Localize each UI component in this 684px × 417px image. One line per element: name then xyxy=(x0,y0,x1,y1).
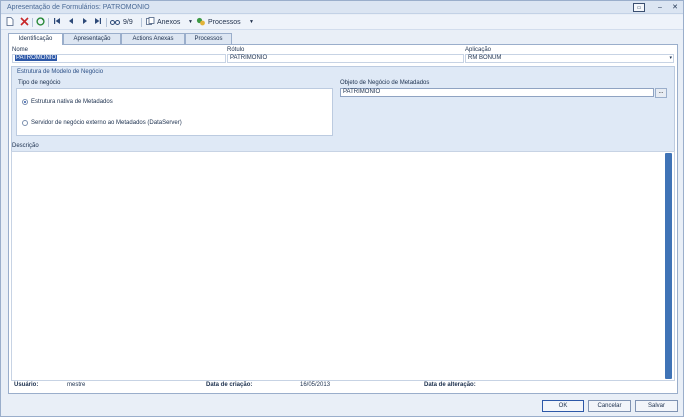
user-value: mestre xyxy=(67,382,86,388)
refresh-icon[interactable] xyxy=(35,17,45,28)
identification-panel: Nome PATROMONIO Rótulo PATRIMONIO Aplica… xyxy=(8,44,678,394)
toolbar-separator xyxy=(106,18,107,27)
tab-processos[interactable]: Processos xyxy=(185,33,232,44)
aplicacao-select-value: RM BONUM xyxy=(468,55,502,61)
user-label: Usuário: xyxy=(14,382,39,388)
browse-metadata-object-button[interactable]: ... xyxy=(655,88,667,98)
rotulo-label: Rótulo xyxy=(227,47,245,53)
name-field-value: PATROMONIO xyxy=(15,55,58,61)
description-textarea[interactable] xyxy=(11,151,675,381)
business-type-box: Estrutura nativa de Metadados Servidor d… xyxy=(16,88,333,136)
toolbar-separator xyxy=(48,18,49,27)
chevron-down-icon[interactable]: ▾ xyxy=(669,55,672,62)
modified-label: Data de alteração: xyxy=(424,382,476,388)
metadata-object-field[interactable]: PATRIMONIO xyxy=(340,88,654,97)
processes-dropdown-icon[interactable]: ▼ xyxy=(249,17,254,28)
aplicacao-select[interactable]: RM BONUM ▾ xyxy=(465,54,674,63)
rotulo-field[interactable]: PATRIMONIO xyxy=(227,54,464,63)
ok-button[interactable]: OK xyxy=(542,400,584,412)
name-label: Nome xyxy=(12,47,29,53)
previous-record-icon[interactable] xyxy=(66,17,76,28)
delete-icon[interactable] xyxy=(19,17,29,28)
tab-identificacao[interactable]: Identificação xyxy=(8,33,63,45)
window-title: Apresentação de Formulários: PATROMONIO xyxy=(7,4,150,11)
toolbar-separator xyxy=(32,18,33,27)
last-record-icon[interactable] xyxy=(93,17,103,28)
radio-native-metadata[interactable] xyxy=(22,99,28,105)
business-model-group: Estrutura de Modelo de Negócio Tipo de n… xyxy=(11,66,675,162)
search-icon[interactable] xyxy=(110,17,120,28)
radio-external-server[interactable] xyxy=(22,120,28,126)
tab-actions-anexas[interactable]: Actions Anexas xyxy=(121,33,185,44)
minimize-icon[interactable]: – xyxy=(654,3,666,12)
processes-button[interactable]: Processos xyxy=(208,17,241,28)
name-field[interactable]: PATROMONIO xyxy=(12,54,226,63)
tab-apresentacao[interactable]: Apresentação xyxy=(63,33,121,44)
toolbar-separator xyxy=(141,18,142,27)
attachments-dropdown-icon[interactable]: ▼ xyxy=(188,17,193,28)
business-model-group-title: Estrutura de Modelo de Negócio xyxy=(17,69,104,75)
cancel-button[interactable]: Cancelar xyxy=(588,400,631,412)
processes-icon[interactable] xyxy=(196,17,206,28)
form-window: Apresentação de Formulários: PATROMONIO … xyxy=(0,0,684,417)
first-record-icon[interactable] xyxy=(52,17,62,28)
option-external-label: Servidor de negócio externo ao Metadados… xyxy=(31,120,182,126)
option-native-label: Estrutura nativa de Metadados xyxy=(31,99,113,105)
new-icon[interactable] xyxy=(5,17,15,28)
business-type-label: Tipo de negócio xyxy=(18,80,61,86)
save-button[interactable]: Salvar xyxy=(635,400,678,412)
close-icon[interactable]: ✕ xyxy=(669,3,681,12)
created-value: 16/05/2013 xyxy=(300,382,331,388)
attachments-button[interactable]: Anexos xyxy=(157,17,180,28)
restore-icon[interactable]: ▭ xyxy=(633,3,645,12)
aplicacao-label: Aplicação xyxy=(465,47,492,53)
description-scrollbar[interactable] xyxy=(665,153,672,379)
created-label: Data de criação: xyxy=(206,382,253,388)
next-record-icon[interactable] xyxy=(80,17,90,28)
attachments-icon[interactable] xyxy=(145,17,155,28)
description-label: Descrição xyxy=(12,143,39,149)
title-bar: Apresentação de Formulários: PATROMONIO … xyxy=(1,1,683,14)
metadata-object-label: Objeto de Negócio de Metadados xyxy=(340,80,430,86)
toolbar: 9/9 Anexos ▼ Processos ▼ xyxy=(1,15,683,30)
record-position: 9/9 xyxy=(123,19,133,26)
tab-strip: Identificação Apresentação Actions Anexa… xyxy=(8,33,678,45)
